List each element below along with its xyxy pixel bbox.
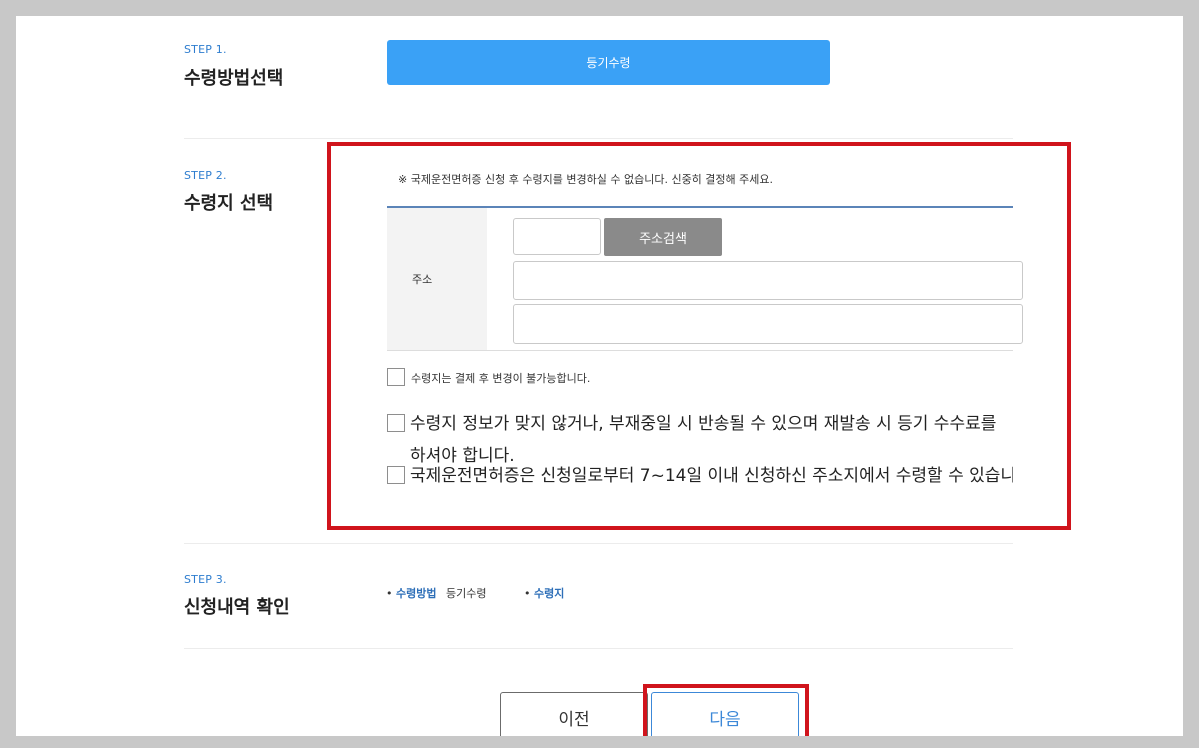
address-line1-input[interactable] (513, 261, 1023, 300)
step3-number: STEP 3. (184, 573, 227, 586)
agreement-clip: 수령지 정보가 맞지 않거나, 부재중일 시 반송될 수 있으며 재발송 시 등… (386, 406, 1013, 506)
step1-title: 수령방법선택 (184, 68, 284, 89)
address-label: 주소 (387, 208, 487, 350)
agree-return-fee-label-line1: 수령지 정보가 맞지 않거나, 부재중일 시 반송될 수 있으며 재발송 시 등… (410, 414, 997, 434)
address-table: 주소 주소검색 (387, 206, 1023, 351)
page: STEP 1. 수령방법선택 등기수령 STEP 2. 수령지 선택 ※ 국제운… (16, 16, 1183, 736)
agree-delivery-period-checkbox[interactable] (387, 466, 405, 484)
next-button[interactable]: 다음 (651, 692, 799, 736)
bullet: • (524, 587, 534, 600)
prev-button[interactable]: 이전 (500, 692, 648, 736)
address-search-button[interactable]: 주소검색 (604, 218, 722, 256)
agree-no-change-label: 수령지는 결제 후 변경이 불가능합니다. (411, 372, 591, 385)
receive-method-registered-button[interactable]: 등기수령 (387, 40, 830, 85)
summary-place-key: 수령지 (534, 587, 565, 600)
summary-method: • 수령방법 등기수령 (386, 585, 486, 601)
step2-title: 수령지 선택 (184, 193, 274, 214)
separator (184, 138, 1013, 139)
agree-delivery-period-label: 국제운전면허증은 신청일로부터 7~14일 이내 신청하신 주소지에서 수령할 … (410, 466, 1013, 486)
summary-method-value: 등기수령 (445, 587, 487, 600)
bullet: • (386, 587, 396, 600)
summary-method-key: 수령방법 (396, 587, 437, 600)
summary-place: • 수령지 (524, 585, 570, 601)
step1-number: STEP 1. (184, 43, 227, 56)
separator (184, 648, 1013, 649)
separator (184, 543, 1013, 544)
zip-code-input[interactable] (513, 218, 601, 255)
step3-title: 신청내역 확인 (184, 597, 290, 618)
change-notice: ※ 국제운전면허증 신청 후 수령지를 변경하실 수 없습니다. 신중히 결정해… (398, 173, 774, 186)
step2-number: STEP 2. (184, 169, 227, 182)
address-line2-input[interactable] (513, 304, 1023, 344)
agree-return-fee-checkbox[interactable] (387, 414, 405, 432)
address-label-text: 주소 (412, 273, 433, 286)
agree-no-change-checkbox[interactable] (387, 368, 405, 386)
